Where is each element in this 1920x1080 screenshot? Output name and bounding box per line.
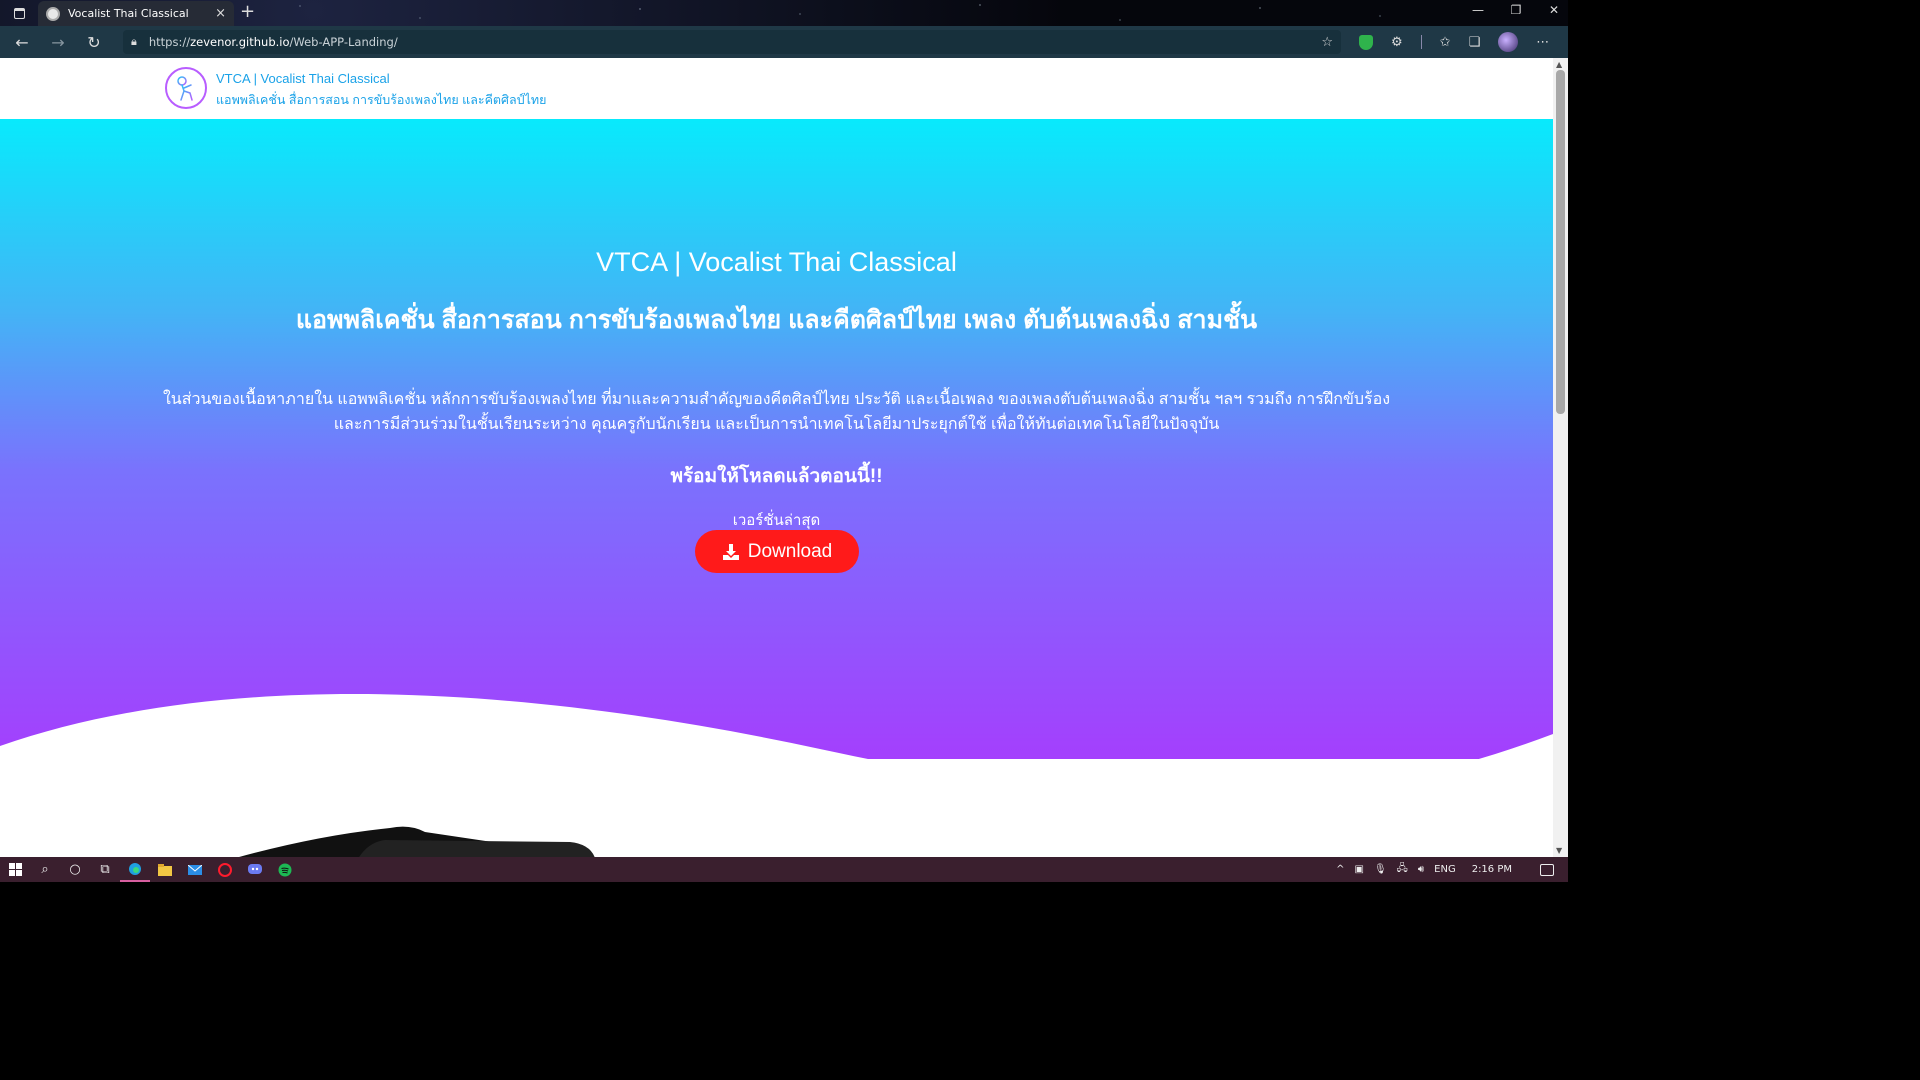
- system-tray: ^ ▣ 🎙︎ 🖧 🔊︎ ENG 2:16 PM: [1336, 857, 1568, 882]
- tab-title: Vocalist Thai Classical: [68, 7, 189, 20]
- site-header: VTCA | Vocalist Thai Classical แอพพลิเคช…: [0, 58, 1553, 119]
- new-tab-button[interactable]: +: [240, 2, 255, 22]
- download-label: Download: [747, 540, 833, 562]
- page-scrollbar[interactable]: ▲ ▼: [1553, 58, 1568, 857]
- download-icon: [722, 543, 739, 560]
- logo-figure-icon: [177, 76, 193, 101]
- restore-icon[interactable]: ❐: [1508, 3, 1524, 17]
- add-favorite-icon[interactable]: ☆: [1321, 35, 1333, 50]
- hero-title: VTCA | Vocalist Thai Classical: [596, 247, 957, 277]
- hero-subtitle: แอพพลิเคชั่น สื่อการสอน การขับร้องเพลงไท…: [295, 306, 1258, 334]
- download-button[interactable]: Download: [695, 530, 859, 573]
- tab-actions-button[interactable]: [6, 4, 32, 22]
- url-scheme: https://: [148, 35, 191, 49]
- page-viewport: VTCA | Vocalist Thai Classical แอพพลิเคช…: [0, 58, 1553, 857]
- task-view-icon[interactable]: ⧉: [90, 857, 120, 882]
- brand-subtitle: แอพพลิเคชั่น สื่อการสอน การขับร้องเพลงไท…: [216, 93, 547, 107]
- tab-favicon-icon: [46, 6, 60, 21]
- close-window-icon[interactable]: ✕: [1546, 3, 1562, 17]
- start-button[interactable]: [0, 857, 30, 882]
- device-icon[interactable]: ▣: [1355, 864, 1364, 875]
- file-explorer-icon[interactable]: [150, 857, 180, 882]
- ready-heading: พร้อมให้โหลดแล้วตอนนี้!!: [670, 466, 883, 487]
- favorites-icon[interactable]: ✩: [1440, 35, 1451, 50]
- spotify-icon[interactable]: [270, 857, 300, 882]
- discord-icon[interactable]: [240, 857, 270, 882]
- volume-icon[interactable]: 🔊︎: [1418, 864, 1424, 875]
- microphone-icon[interactable]: 🎙︎: [1374, 864, 1387, 875]
- profile-avatar[interactable]: [1498, 32, 1519, 52]
- back-button[interactable]: ←: [9, 29, 35, 55]
- scroll-up-icon[interactable]: ▲: [1556, 60, 1562, 69]
- active-tab[interactable]: Vocalist Thai Classical ×: [38, 1, 234, 26]
- browser-tab-strip: Vocalist Thai Classical × + — ❐ ✕: [0, 0, 1568, 26]
- tab-actions-icon: [13, 7, 25, 19]
- forward-button[interactable]: →: [45, 29, 71, 55]
- hero-description: ในส่วนของเนื้อหาภายใน แอพพลิเคชั่น หลักก…: [162, 391, 1391, 433]
- toolbar-divider: [1420, 35, 1422, 49]
- hero-section: VTCA | Vocalist Thai Classical แอพพลิเคช…: [0, 119, 1553, 857]
- opera-icon[interactable]: [210, 857, 240, 882]
- toolbar-icons: ⚙ ✩ ❏ ⋯: [1359, 32, 1549, 52]
- brand-title[interactable]: VTCA | Vocalist Thai Classical: [216, 71, 390, 86]
- show-hidden-icons-icon[interactable]: ^: [1336, 864, 1344, 875]
- url-host: zevenor.github.io: [190, 35, 290, 49]
- scroll-down-icon[interactable]: ▼: [1556, 846, 1562, 855]
- network-icon[interactable]: 🖧: [1397, 861, 1408, 878]
- search-icon[interactable]: ⌕: [30, 857, 60, 882]
- more-menu-icon[interactable]: ⋯: [1536, 35, 1549, 50]
- windows-logo-icon: [8, 863, 22, 876]
- tab-close-icon[interactable]: ×: [215, 6, 226, 21]
- edge-browser-icon[interactable]: [120, 857, 150, 882]
- mail-icon[interactable]: [180, 857, 210, 882]
- window-controls: — ❐ ✕: [1470, 3, 1562, 17]
- url-path: /Web-APP-Landing/: [289, 35, 398, 49]
- language-indicator[interactable]: ENG: [1434, 864, 1456, 875]
- browser-toolbar: ← → ↻ 🔒︎ https://zevenor.github.io/Web-A…: [0, 26, 1568, 58]
- minimize-icon[interactable]: —: [1470, 3, 1486, 17]
- phone-mockup-image: [239, 826, 595, 857]
- lock-icon[interactable]: 🔒︎: [131, 35, 137, 49]
- notification-center-icon[interactable]: [1540, 863, 1554, 876]
- cortana-icon[interactable]: ○: [60, 857, 90, 882]
- reload-button[interactable]: ↻: [81, 29, 107, 55]
- screen: Vocalist Thai Classical × + — ❐ ✕ ← → ↻ …: [0, 0, 1568, 882]
- version-label: เวอร์ชั่นล่าสุด: [732, 512, 821, 529]
- windows-taskbar: ⌕ ○ ⧉ ^ ▣ 🎙︎ 🖧 🔊︎ ENG 2:16 PM: [0, 857, 1568, 882]
- collections-icon[interactable]: ❏: [1469, 35, 1481, 50]
- url-text[interactable]: https://zevenor.github.io/Web-APP-Landin…: [149, 35, 1321, 49]
- site-logo-icon[interactable]: [165, 67, 207, 109]
- shield-extension-icon[interactable]: [1359, 34, 1373, 50]
- address-bar[interactable]: 🔒︎ https://zevenor.github.io/Web-APP-Lan…: [123, 30, 1341, 54]
- scrollbar-thumb[interactable]: [1556, 70, 1565, 414]
- clock[interactable]: 2:16 PM: [1472, 864, 1512, 875]
- extensions-icon[interactable]: ⚙: [1391, 35, 1403, 50]
